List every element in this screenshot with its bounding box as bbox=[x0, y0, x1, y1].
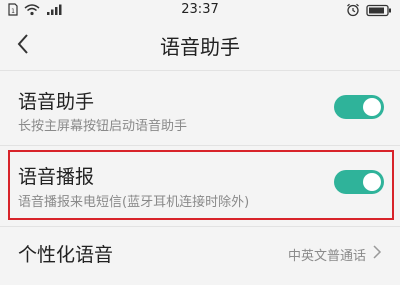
header-bar: 语音助手 bbox=[0, 20, 400, 68]
setting-description: 语音播报来电短信(蓝牙耳机连接时除外) bbox=[18, 195, 250, 210]
page-title: 语音助手 bbox=[160, 35, 240, 59]
setting-description: 长按主屏幕按钮启动语音助手 bbox=[18, 119, 188, 134]
alarm-icon bbox=[347, 3, 359, 17]
setting-row-voice-assistant: 语音助手 长按主屏幕按钮启动语音助手 bbox=[0, 71, 400, 145]
battery-icon bbox=[366, 4, 391, 16]
status-time: 23:37 bbox=[181, 2, 219, 17]
setting-row-personalized-voice[interactable]: 个性化语音 中英文普通话 bbox=[0, 227, 400, 285]
toggle-knob bbox=[363, 98, 381, 116]
setting-label: 语音播报 bbox=[18, 166, 95, 188]
status-bar: 1 23:37 bbox=[0, 0, 400, 20]
setting-label: 个性化语音 bbox=[18, 244, 114, 266]
chevron-right-icon bbox=[373, 245, 382, 259]
voice-broadcast-toggle[interactable] bbox=[334, 170, 384, 194]
status-right-icons bbox=[346, 3, 392, 17]
voice-assistant-toggle[interactable] bbox=[334, 95, 384, 119]
setting-label: 语音助手 bbox=[18, 91, 95, 113]
setting-value: 中英文普通话 bbox=[287, 249, 366, 264]
toggle-knob bbox=[363, 173, 381, 191]
setting-row-voice-broadcast: 语音播报 语音播报来电短信(蓝牙耳机连接时除外) bbox=[0, 146, 400, 222]
